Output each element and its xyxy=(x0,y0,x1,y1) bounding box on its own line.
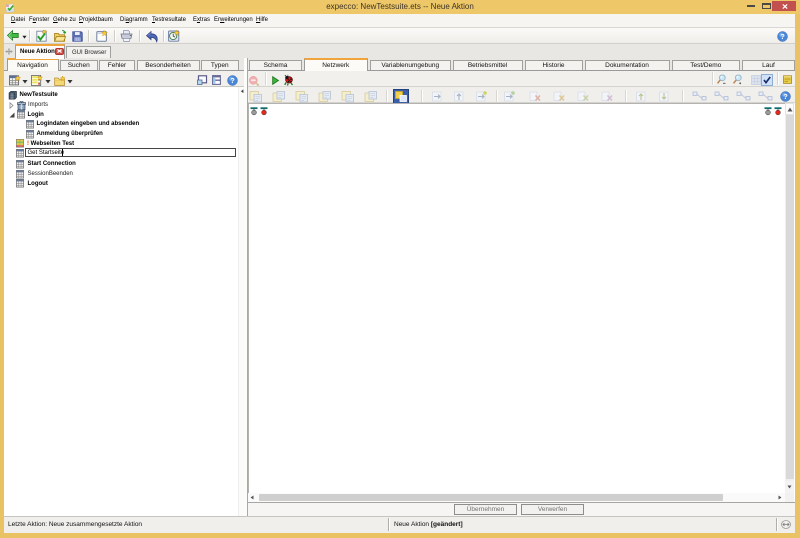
svg-text:?: ? xyxy=(230,76,235,85)
svg-text:?: ? xyxy=(783,92,788,101)
svg-text:?: ? xyxy=(780,32,785,41)
